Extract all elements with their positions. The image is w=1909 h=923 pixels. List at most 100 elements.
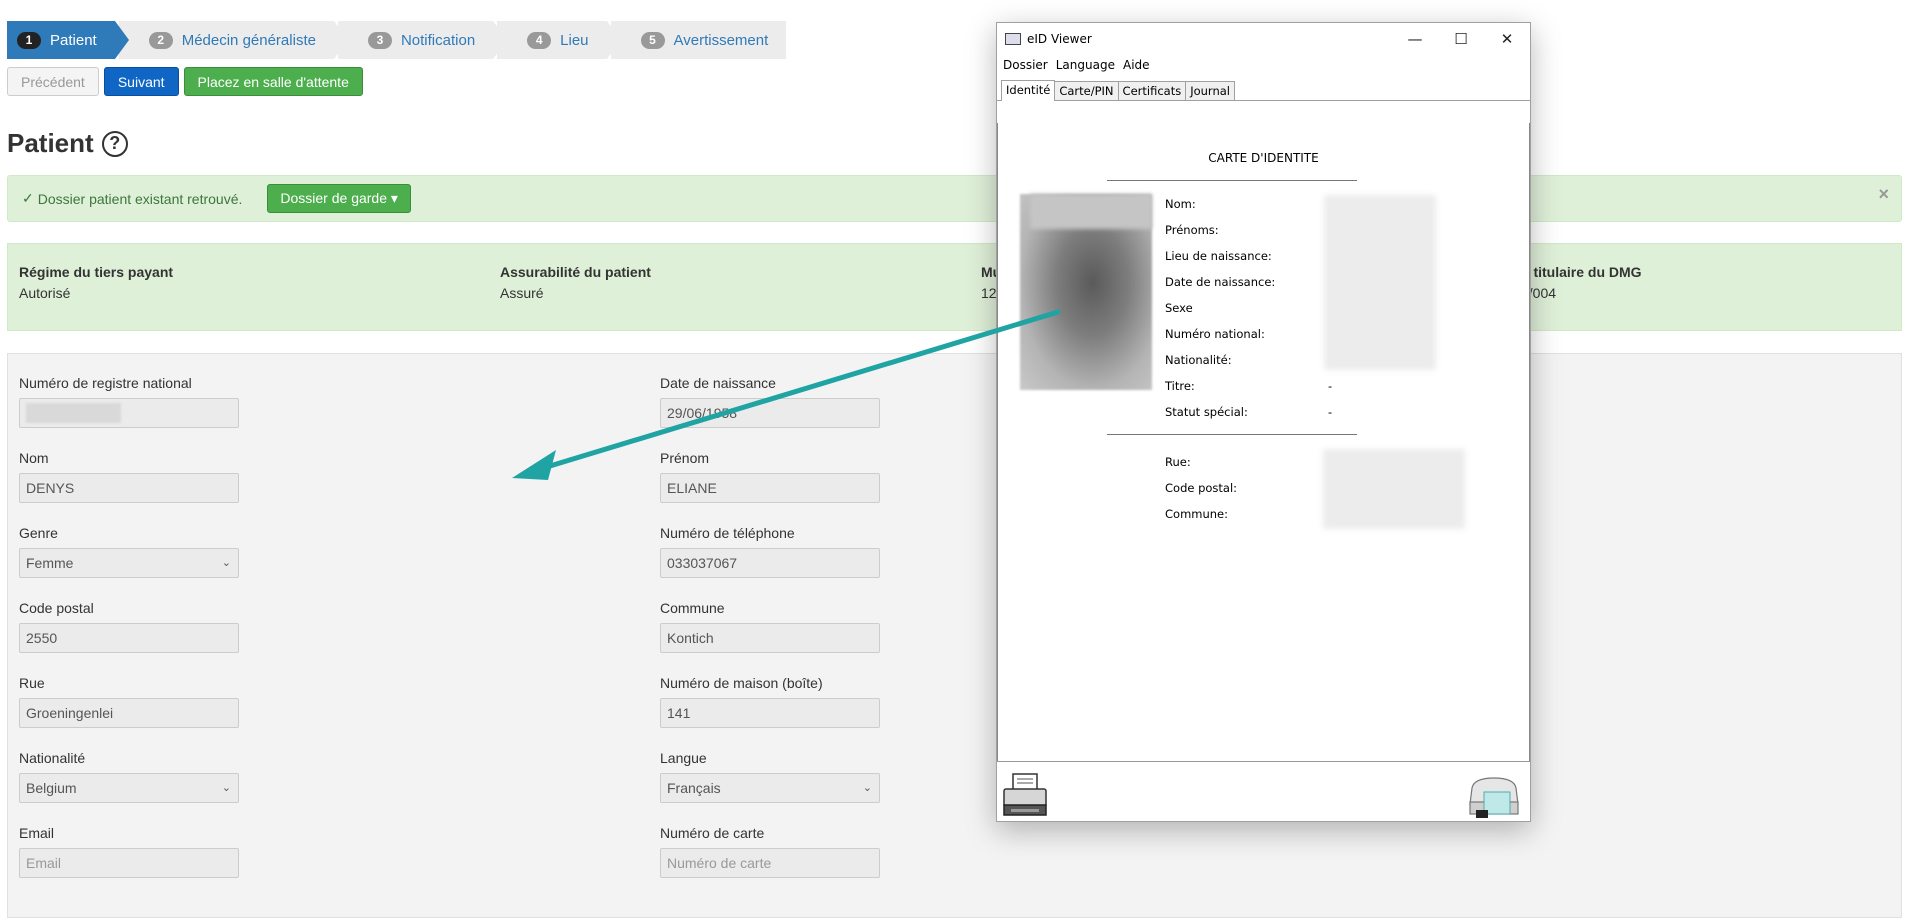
step-label: Médecin généraliste xyxy=(181,31,316,49)
info-value: Assuré xyxy=(500,285,544,301)
eid-title-text: eID Viewer xyxy=(1027,32,1092,46)
chevron-down-icon: ⌄ xyxy=(221,782,231,794)
maximize-icon[interactable]: ☐ xyxy=(1438,23,1484,55)
wizard-steps: 1 Patient 2 Médecin généraliste 3 Notifi… xyxy=(7,21,790,59)
carte-field: Numéro de carte Numéro de carte xyxy=(660,825,880,878)
info-assurabilite: Assurabilité du patient Assuré xyxy=(500,264,651,301)
menu-aide[interactable]: Aide xyxy=(1123,58,1150,72)
step-label: Lieu xyxy=(560,31,589,49)
dossier-garde-button[interactable]: Dossier de garde ▾ xyxy=(267,184,411,213)
alert-message: Dossier patient existant retrouvé. xyxy=(37,190,243,207)
step-medecin[interactable]: 2 Médecin généraliste xyxy=(118,21,349,59)
maison-field: Numéro de maison (boîte) 141 xyxy=(660,675,880,728)
eid-tabs: Identité Carte/PIN Certificats Journal xyxy=(997,80,1530,101)
chevron-down-icon: ⌄ xyxy=(862,782,872,794)
info-dmg: n titulaire du DMG 5/004 xyxy=(1521,264,1642,301)
eid-titlebar: eID Viewer — ☐ ✕ xyxy=(997,23,1530,55)
carte-label: Numéro de carte xyxy=(660,825,765,841)
info-value: Autorisé xyxy=(19,285,71,301)
maison-input[interactable]: 141 xyxy=(660,698,880,728)
genre-value: Femme xyxy=(26,555,74,571)
tel-field: Numéro de téléphone 033037067 xyxy=(660,525,880,578)
step-number: 3 xyxy=(367,31,392,49)
help-icon[interactable]: ? xyxy=(101,130,128,157)
tel-label: Numéro de téléphone xyxy=(660,525,795,541)
prenom-input[interactable]: ELIANE xyxy=(660,473,880,503)
divider xyxy=(1107,180,1357,181)
printer-icon[interactable] xyxy=(1001,772,1049,818)
eid-field-label: Commune: xyxy=(1165,507,1228,521)
rue-label: Rue xyxy=(19,675,45,691)
eid-field-label: Date de naissance: xyxy=(1165,275,1276,289)
wizard-toolbar: Précédent Suivant Placez en salle d'atte… xyxy=(7,67,363,96)
tel-input[interactable]: 033037067 xyxy=(660,548,880,578)
cp-input[interactable]: 2550 xyxy=(19,623,239,653)
eid-field-label: Rue: xyxy=(1165,455,1191,469)
info-label: Assurabilité du patient xyxy=(500,264,651,280)
langue-label: Langue xyxy=(660,750,707,766)
step-number: 2 xyxy=(148,31,173,49)
nat-value: Belgium xyxy=(26,780,77,796)
step-notification[interactable]: 3 Notification xyxy=(337,21,508,59)
redacted-address-values xyxy=(1323,449,1465,529)
nrn-field: Numéro de registre national xyxy=(19,375,239,428)
card-heading: CARTE D'IDENTITE xyxy=(1208,151,1319,165)
info-value: 5/004 xyxy=(1521,285,1557,301)
success-alert: ✓ Dossier patient existant retrouvé. Dos… xyxy=(7,175,1902,222)
tab-certificats[interactable]: Certificats xyxy=(1117,81,1187,100)
commune-input[interactable]: Kontich xyxy=(660,623,880,653)
langue-select[interactable]: Français ⌄ xyxy=(660,773,880,803)
email-field: Email Email xyxy=(19,825,239,878)
nom-field: Nom DENYS xyxy=(19,450,239,503)
next-button[interactable]: Suivant xyxy=(103,67,179,96)
menu-language[interactable]: Language xyxy=(1056,58,1115,72)
cp-field: Code postal 2550 xyxy=(19,600,239,653)
close-icon[interactable]: × xyxy=(1878,184,1889,205)
eid-viewer-window: eID Viewer — ☐ ✕ Dossier Language Aide I… xyxy=(996,22,1531,822)
eid-menubar: Dossier Language Aide xyxy=(997,55,1530,75)
step-patient[interactable]: 1 Patient xyxy=(7,21,129,59)
birth-label: Date de naissance xyxy=(660,375,776,391)
tab-journal[interactable]: Journal xyxy=(1185,81,1235,100)
nrn-label: Numéro de registre national xyxy=(19,375,192,391)
page-title-text: Patient xyxy=(7,128,94,158)
close-icon[interactable]: ✕ xyxy=(1484,23,1530,55)
tab-carte-pin[interactable]: Carte/PIN xyxy=(1054,81,1119,100)
nat-field: Nationalité Belgium ⌄ xyxy=(19,750,239,803)
insurance-info-bar: Régime du tiers payant Autorisé Assurabi… xyxy=(7,243,1902,331)
card-reader-icon[interactable] xyxy=(1466,774,1522,820)
rue-input[interactable]: Groeningenlei xyxy=(19,698,239,728)
langue-field: Langue Français ⌄ xyxy=(660,750,880,803)
eid-field-label: Numéro national: xyxy=(1165,327,1265,341)
previous-button[interactable]: Précédent xyxy=(7,67,99,96)
info-label: n titulaire du DMG xyxy=(1521,264,1642,280)
nrn-input[interactable] xyxy=(19,398,239,428)
genre-label: Genre xyxy=(19,525,58,541)
menu-dossier[interactable]: Dossier xyxy=(1003,58,1048,72)
carte-input[interactable]: Numéro de carte xyxy=(660,848,880,878)
step-label: Notification xyxy=(400,31,476,49)
maison-label: Numéro de maison (boîte) xyxy=(660,675,823,691)
genre-field: Genre Femme ⌄ xyxy=(19,525,239,578)
genre-select[interactable]: Femme ⌄ xyxy=(19,548,239,578)
birth-input[interactable]: 29/06/1958 xyxy=(660,398,880,428)
eid-field-label: Code postal: xyxy=(1165,481,1238,495)
minimize-icon[interactable]: — xyxy=(1392,23,1438,55)
window-controls: — ☐ ✕ xyxy=(1392,23,1530,55)
eid-field-label: Statut spécial: xyxy=(1165,405,1248,419)
eid-app-icon xyxy=(1005,33,1021,45)
step-lieu[interactable]: 4 Lieu xyxy=(497,21,621,59)
waiting-room-button[interactable]: Placez en salle d'attente xyxy=(183,67,363,96)
cp-label: Code postal xyxy=(19,600,94,616)
nat-select[interactable]: Belgium ⌄ xyxy=(19,773,239,803)
email-input[interactable]: Email xyxy=(19,848,239,878)
info-label: Régime du tiers payant xyxy=(19,264,174,280)
id-photo-blur xyxy=(1030,194,1152,229)
nom-input[interactable]: DENYS xyxy=(19,473,239,503)
eid-field-label: Prénoms: xyxy=(1165,223,1219,237)
step-avertissement[interactable]: 5 Avertissement xyxy=(610,21,787,59)
step-number: 1 xyxy=(17,31,41,49)
tab-identite[interactable]: Identité xyxy=(1001,80,1056,101)
eid-title: eID Viewer xyxy=(1005,32,1092,46)
step-label: Patient xyxy=(50,31,97,49)
